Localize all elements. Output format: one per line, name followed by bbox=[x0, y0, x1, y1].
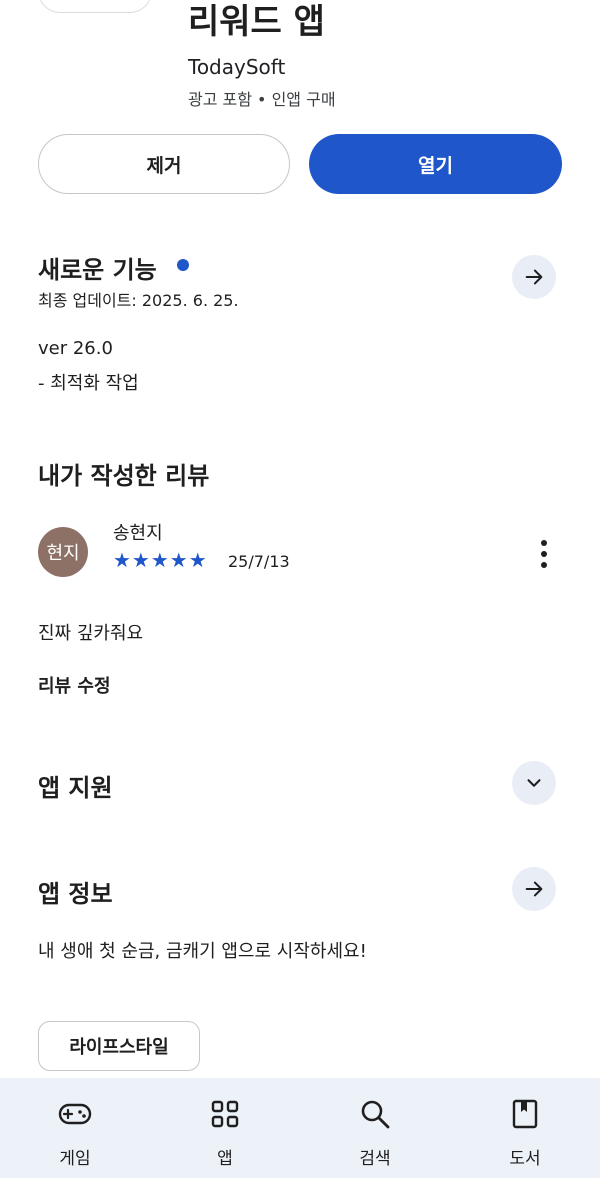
nav-label-games: 게임 bbox=[59, 1149, 91, 1169]
open-button[interactable]: 열기 bbox=[309, 134, 562, 194]
more-options-icon[interactable] bbox=[530, 536, 558, 572]
remove-button[interactable]: 제거 bbox=[38, 134, 290, 194]
nav-item-books[interactable]: 도서 bbox=[450, 1078, 600, 1178]
nav-label-books: 도서 bbox=[509, 1149, 541, 1169]
release-notes: - 최적화 작업 bbox=[38, 373, 139, 394]
app-description: 내 생애 첫 순금, 금캐기 앱으로 시작하세요! bbox=[38, 941, 367, 962]
gamepad-icon bbox=[55, 1094, 95, 1134]
nav-item-games[interactable]: 게임 bbox=[0, 1078, 150, 1178]
reviewer-name: 송현지 bbox=[113, 523, 163, 544]
nav-item-apps[interactable]: 앱 bbox=[150, 1078, 300, 1178]
avatar: 현지 bbox=[38, 527, 88, 577]
nav-item-search[interactable]: 검색 bbox=[300, 1078, 450, 1178]
app-meta: 광고 포함 • 인앱 구매 bbox=[188, 90, 336, 109]
review-date: 25/7/13 bbox=[228, 552, 290, 571]
whats-new-title: 새로운 기능 bbox=[38, 256, 157, 284]
last-updated: 최종 업데이트: 2025. 6. 25. bbox=[38, 291, 239, 310]
chevron-down-icon bbox=[527, 779, 541, 787]
apps-grid-icon bbox=[205, 1094, 245, 1134]
arrow-right-icon bbox=[525, 881, 543, 897]
app-title: 리워드 앱 bbox=[188, 2, 325, 42]
app-support-title: 앱 지원 bbox=[38, 774, 113, 802]
book-icon bbox=[505, 1094, 545, 1134]
arrow-right-icon bbox=[525, 269, 543, 285]
search-icon bbox=[355, 1094, 395, 1134]
my-review-title: 내가 작성한 리뷰 bbox=[38, 462, 210, 490]
nav-label-search: 검색 bbox=[359, 1149, 391, 1169]
category-chip[interactable]: 라이프스타일 bbox=[38, 1021, 200, 1071]
app-support-expand-button[interactable] bbox=[512, 761, 556, 805]
developer-link[interactable]: TodaySoft bbox=[188, 55, 285, 79]
version-text: ver 26.0 bbox=[38, 338, 113, 359]
edit-review-link[interactable]: 리뷰 수정 bbox=[38, 672, 111, 698]
whats-new-arrow-button[interactable] bbox=[512, 255, 556, 299]
bottom-nav: 게임 앱 검색 도서 bbox=[0, 1078, 600, 1178]
nav-label-apps: 앱 bbox=[217, 1149, 233, 1169]
app-icon bbox=[38, 0, 152, 13]
review-text: 진짜 깊카줘요 bbox=[38, 623, 144, 644]
new-indicator-dot bbox=[177, 259, 189, 271]
app-info-title: 앱 정보 bbox=[38, 880, 113, 908]
app-info-arrow-button[interactable] bbox=[512, 867, 556, 911]
star-rating: ★★★★★ bbox=[113, 548, 208, 572]
